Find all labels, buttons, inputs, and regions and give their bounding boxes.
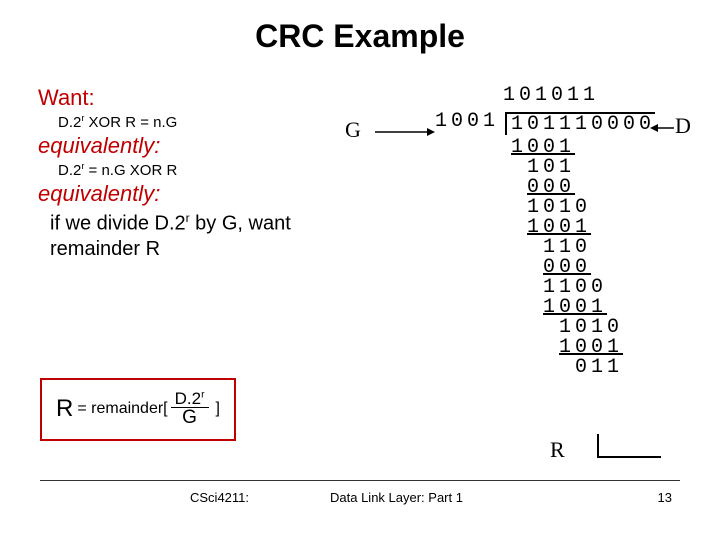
eq1-rest: XOR R = n.G [84, 114, 177, 131]
division-step: 1001 [495, 138, 623, 158]
division-step: 1001 [495, 298, 623, 318]
r-label: R [550, 440, 565, 460]
division-steps: 1001 101 000 1010 1001 110 000 1100 1001… [495, 138, 623, 378]
division-step: 110 [495, 238, 623, 258]
equation-1: D.2r XOR R = n.G [58, 113, 338, 131]
d-label: D [675, 116, 691, 136]
fraction-bot: G [178, 408, 201, 429]
ft-D: D [175, 389, 187, 408]
division-step: 1001 [495, 218, 623, 238]
remainder-formula-box: R = remainder[ D.2r G ] [40, 378, 236, 441]
formula-fraction: D.2r G [171, 390, 209, 429]
division-step: 011 [495, 358, 623, 378]
equivalently-1: equivalently: [38, 133, 338, 159]
left-column: Want: D.2r XOR R = n.G equivalently: D.2… [38, 85, 338, 262]
footer-page: 13 [658, 490, 672, 505]
ft-2: 2 [192, 389, 201, 408]
divisor: 1001 [435, 112, 499, 132]
formula-close: ] [216, 400, 220, 418]
quotient: 101011 [503, 86, 599, 106]
division-step: 1001 [495, 338, 623, 358]
formula-eq: = remainder[ [77, 400, 167, 418]
body-2: 2 [175, 213, 186, 235]
division-step: 101 [495, 158, 623, 178]
division-step: 000 [495, 178, 623, 198]
d-arrow-icon [650, 122, 674, 134]
ft-r: r [201, 389, 204, 400]
footer-course: CSci4211: [190, 490, 249, 505]
footer-divider [40, 480, 680, 481]
division-step: 000 [495, 258, 623, 278]
want-label: Want: [38, 85, 338, 111]
r-bracket-icon [597, 434, 661, 458]
g-arrow-icon [375, 126, 435, 138]
dividend: 101110000 [505, 112, 655, 135]
slide-title: CRC Example [0, 0, 720, 55]
body-text: if we divide D.2r by G, want remainder R [50, 211, 338, 262]
eq2-D: D [58, 162, 69, 179]
eq1-D: D [58, 114, 69, 131]
division-step: 1100 [495, 278, 623, 298]
equation-2: D.2r = n.G XOR R [58, 161, 338, 179]
eq2-rest: = n.G XOR R [84, 162, 177, 179]
footer-chapter: Data Link Layer: Part 1 [330, 490, 463, 505]
formula-R: R [56, 395, 73, 423]
fraction-top: D.2r [171, 390, 209, 408]
equivalently-2: equivalently: [38, 181, 338, 207]
body-a: if we divide D [50, 213, 169, 235]
division-step: 1010 [495, 318, 623, 338]
division-step: 1010 [495, 198, 623, 218]
g-label: G [345, 120, 361, 140]
